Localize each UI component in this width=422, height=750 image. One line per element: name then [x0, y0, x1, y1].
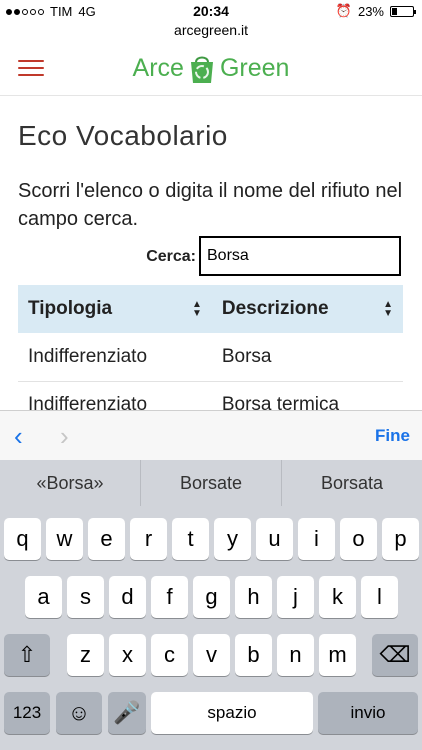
column-header-label: Tipologia	[28, 298, 113, 319]
shopping-bag-icon	[188, 52, 216, 84]
done-button[interactable]: Fine	[375, 426, 410, 446]
key-r[interactable]: r	[130, 518, 167, 560]
space-key[interactable]: spazio	[151, 692, 313, 734]
search-input[interactable]	[199, 236, 401, 276]
return-key[interactable]: invio	[318, 692, 418, 734]
suggestion-item[interactable]: Borsate	[141, 460, 282, 506]
key-w[interactable]: w	[46, 518, 83, 560]
numbers-key[interactable]: 123	[4, 692, 50, 734]
key-a[interactable]: a	[25, 576, 62, 618]
emoji-icon[interactable]: ☺	[56, 692, 102, 734]
key-f[interactable]: f	[151, 576, 188, 618]
suggestion-bar: «Borsa» Borsate Borsata	[0, 460, 422, 506]
key-z[interactable]: z	[67, 634, 104, 676]
key-g[interactable]: g	[193, 576, 230, 618]
keyboard-accessory-bar: ‹ › Fine	[0, 410, 422, 460]
key-t[interactable]: t	[172, 518, 209, 560]
suggestion-item[interactable]: «Borsa»	[0, 460, 141, 506]
alarm-clock-icon: ⏰	[335, 3, 352, 18]
key-p[interactable]: p	[382, 518, 419, 560]
key-s[interactable]: s	[67, 576, 104, 618]
battery-icon	[390, 5, 416, 17]
intro-text: Scorri l'elenco o digita il nome del rif…	[18, 180, 403, 230]
site-header: Arce Green	[0, 44, 422, 96]
key-y[interactable]: y	[214, 518, 251, 560]
key-h[interactable]: h	[235, 576, 272, 618]
key-j[interactable]: j	[277, 576, 314, 618]
column-header-tipologia[interactable]: Tipologia ▲ ▼	[18, 285, 212, 333]
previous-field-icon[interactable]: ‹	[14, 421, 23, 452]
suggestion-item[interactable]: Borsata	[282, 460, 422, 506]
sort-icon: ▲ ▼	[191, 299, 202, 319]
status-bar: TIM 4G 20:34 ⏰ 23%	[0, 0, 422, 22]
table-cell-descrizione: Borsa	[211, 333, 403, 382]
page-title: Eco Vocabolario	[18, 120, 228, 151]
column-header-label: Descrizione	[221, 298, 329, 319]
sort-icon: ▲ ▼	[383, 299, 393, 319]
column-header-descrizione[interactable]: Descrizione ▲ ▼	[211, 285, 403, 333]
key-o[interactable]: o	[340, 518, 377, 560]
table-cell-tipologia: Indifferenziato	[18, 333, 212, 382]
table-row[interactable]: Indifferenziato Borsa	[18, 333, 403, 382]
key-x[interactable]: x	[109, 634, 146, 676]
logo-text-right: Green	[219, 53, 290, 82]
key-v[interactable]: v	[193, 634, 230, 676]
url-bar[interactable]: arcegreen.it	[0, 22, 422, 42]
table-header-row: Tipologia ▲ ▼ Descrizione ▲ ▼	[18, 285, 403, 333]
site-logo[interactable]: Arce Green	[0, 52, 422, 84]
search-label: Cerca:	[146, 248, 196, 265]
backspace-icon[interactable]: ⌫	[372, 634, 418, 676]
next-field-icon[interactable]: ›	[60, 421, 69, 452]
key-e[interactable]: e	[88, 518, 125, 560]
search-row: Cerca:	[0, 236, 422, 276]
key-n[interactable]: n	[277, 634, 314, 676]
key-l[interactable]: l	[361, 576, 398, 618]
key-q[interactable]: q	[4, 518, 41, 560]
key-c[interactable]: c	[151, 634, 188, 676]
vocabulary-table: Tipologia ▲ ▼ Descrizione ▲ ▼ Indifferenzi…	[18, 285, 403, 430]
key-u[interactable]: u	[256, 518, 293, 560]
key-m[interactable]: m	[319, 634, 356, 676]
shift-icon[interactable]: ⇧	[4, 634, 50, 676]
key-b[interactable]: b	[235, 634, 272, 676]
keyboard: «Borsa» Borsate Borsata qwertyuiop asdfgh…	[0, 460, 422, 750]
logo-text-left: Arce	[132, 53, 184, 82]
battery-percent: 23%	[357, 3, 384, 19]
key-k[interactable]: k	[319, 576, 356, 618]
key-i[interactable]: i	[298, 518, 335, 560]
microphone-icon[interactable]: 🎤	[108, 692, 146, 734]
key-d[interactable]: d	[109, 576, 146, 618]
status-right: ⏰ 23%	[335, 3, 416, 19]
